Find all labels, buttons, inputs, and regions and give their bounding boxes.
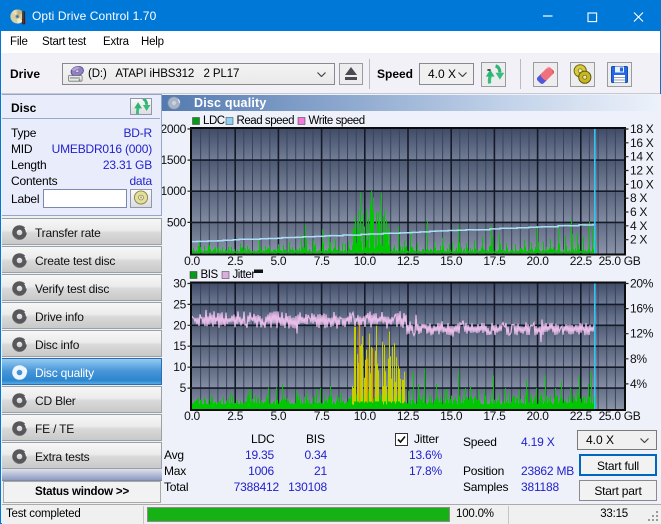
svg-text:20.0: 20.0 — [527, 409, 550, 423]
svg-text:15.0: 15.0 — [440, 409, 463, 423]
svg-text:25.0 GB: 25.0 GB — [599, 409, 641, 423]
svg-text:1000: 1000 — [162, 184, 187, 198]
svg-text:25.0 GB: 25.0 GB — [599, 254, 641, 268]
svg-text:500: 500 — [167, 215, 187, 229]
svg-text:LDC: LDC — [203, 115, 225, 127]
svg-text:2000: 2000 — [162, 122, 187, 136]
svg-text:17.5: 17.5 — [483, 409, 506, 423]
svg-text:12.5: 12.5 — [397, 409, 420, 423]
svg-text:5.0: 5.0 — [271, 409, 287, 423]
svg-text:7.5: 7.5 — [314, 409, 330, 423]
svg-text:0.0: 0.0 — [184, 409, 200, 423]
svg-text:12.5: 12.5 — [397, 254, 420, 268]
svg-text:7.5: 7.5 — [314, 254, 330, 268]
svg-text:16 X: 16 X — [630, 136, 654, 150]
svg-text:30: 30 — [173, 277, 186, 291]
svg-text:BIS: BIS — [201, 269, 219, 281]
svg-text:Write speed: Write speed — [309, 115, 365, 127]
svg-text:8%: 8% — [630, 352, 647, 366]
svg-text:0.0: 0.0 — [184, 254, 200, 268]
svg-text:16%: 16% — [630, 302, 654, 316]
svg-text:18 X: 18 X — [630, 122, 654, 136]
svg-text:2.5: 2.5 — [227, 409, 243, 423]
svg-text:12 X: 12 X — [630, 164, 654, 178]
svg-text:15: 15 — [173, 339, 186, 353]
svg-text:10.0: 10.0 — [354, 254, 377, 268]
svg-text:14 X: 14 X — [630, 150, 654, 164]
svg-text:4 X: 4 X — [630, 219, 647, 233]
svg-text:20: 20 — [173, 318, 186, 332]
svg-text:22.5: 22.5 — [570, 254, 593, 268]
svg-text:22.5: 22.5 — [570, 409, 593, 423]
svg-text:2.5: 2.5 — [227, 254, 243, 268]
svg-text:4%: 4% — [630, 377, 647, 391]
svg-text:5: 5 — [180, 381, 187, 395]
svg-text:6 X: 6 X — [630, 205, 647, 219]
svg-text:12%: 12% — [630, 327, 654, 341]
svg-text:17.5: 17.5 — [483, 254, 506, 268]
svg-text:5.0: 5.0 — [271, 254, 287, 268]
svg-text:25: 25 — [173, 297, 186, 311]
svg-text:15.0: 15.0 — [440, 254, 463, 268]
svg-text:10.0: 10.0 — [354, 409, 377, 423]
svg-text:10 X: 10 X — [630, 177, 654, 191]
svg-text:Jitter: Jitter — [233, 269, 256, 281]
svg-text:8 X: 8 X — [630, 191, 647, 205]
svg-text:1500: 1500 — [162, 153, 187, 167]
svg-text:2 X: 2 X — [630, 233, 647, 247]
svg-text:20%: 20% — [630, 277, 654, 291]
svg-text:Read speed: Read speed — [237, 115, 295, 127]
svg-text:10: 10 — [173, 360, 186, 374]
svg-text:20.0: 20.0 — [527, 254, 550, 268]
